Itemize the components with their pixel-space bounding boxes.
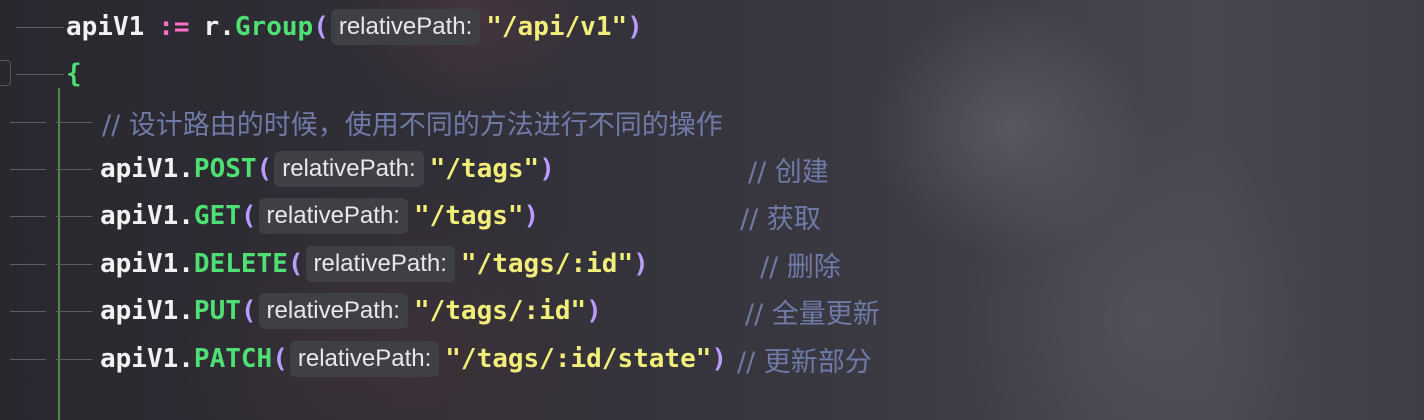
indent-marker <box>10 215 46 217</box>
receiver-token: apiV1. <box>100 296 194 326</box>
comment-token: // 更新部分 <box>737 346 872 378</box>
comment-token: // 删除 <box>760 251 841 283</box>
close-paren-token: ) <box>711 344 728 374</box>
code-line-route[interactable]: apiV1. PUT ( relativePath: "/tags/:id" )… <box>0 289 880 333</box>
string-token: "/api/v1" <box>486 12 628 42</box>
method-token: PATCH <box>193 344 273 374</box>
function-token: Group <box>234 12 314 42</box>
string-token: "/tags" <box>413 201 524 231</box>
receiver-token: r. <box>203 12 235 42</box>
route-statement: apiV1. PUT ( relativePath: "/tags/:id" ) <box>100 293 602 329</box>
open-paren-token: ( <box>240 296 257 326</box>
indent-marker <box>56 168 92 170</box>
method-token: POST <box>193 154 257 184</box>
method-token: PUT <box>193 296 241 326</box>
open-paren-token: ( <box>256 154 273 184</box>
route-statement: apiV1. GET ( relativePath: "/tags" ) <box>100 198 539 234</box>
open-paren-token: ( <box>240 201 257 231</box>
method-token: DELETE <box>193 249 288 279</box>
indent-marker <box>56 310 92 312</box>
route-statement: apiV1. PATCH ( relativePath: "/tags/:id/… <box>100 340 872 379</box>
string-token: "/tags/:id" <box>460 249 634 279</box>
indent-marker <box>56 358 92 360</box>
code-line-route[interactable]: apiV1. GET ( relativePath: "/tags" ) // … <box>0 194 821 238</box>
code-line-route[interactable]: apiV1. DELETE ( relativePath: "/tags/:id… <box>0 242 841 286</box>
indent-marker <box>10 168 46 170</box>
string-token: "/tags/:id/state" <box>445 344 712 374</box>
param-name-hint: relativePath: <box>274 151 424 187</box>
code-editor[interactable]: apiV1 := r. Group ( relativePath: "/api/… <box>0 0 1424 420</box>
close-paren-token: ) <box>539 154 555 184</box>
indent-marker <box>10 310 46 312</box>
indent-marker <box>56 215 92 217</box>
code-line-comment[interactable]: // 设计路由的时候，使用不同的方法进行不同的操作 <box>0 100 723 144</box>
route-statement: apiV1. DELETE ( relativePath: "/tags/:id… <box>100 246 649 282</box>
close-paren-token: ) <box>633 249 649 279</box>
comment-token: // 创建 <box>748 156 829 188</box>
open-paren-token: ( <box>272 344 288 374</box>
method-token: GET <box>193 201 241 231</box>
receiver-token: apiV1. <box>100 154 194 184</box>
param-name-hint: relativePath: <box>258 198 408 234</box>
receiver-token: apiV1. <box>100 201 194 231</box>
comment-token: // 设计路由的时候，使用不同的方法进行不同的操作 <box>102 109 723 141</box>
code-line-route[interactable]: apiV1. PATCH ( relativePath: "/tags/:id/… <box>0 337 872 381</box>
indent-marker <box>16 26 64 28</box>
receiver-token: apiV1. <box>100 249 194 279</box>
receiver-token: apiV1. <box>100 344 194 374</box>
param-name-hint: relativePath: <box>330 9 481 45</box>
indent-marker <box>56 121 92 123</box>
param-name-hint: relativePath: <box>258 293 408 329</box>
close-paren-token: ) <box>523 201 540 231</box>
code-line-open-brace[interactable]: { <box>0 52 82 96</box>
assign-operator-token: := <box>158 12 190 42</box>
indent-marker <box>16 73 64 75</box>
open-brace-token: { <box>66 59 82 89</box>
param-name-hint: relativePath: <box>305 246 455 282</box>
open-paren-token: ( <box>287 249 304 279</box>
string-token: "/tags/:id" <box>413 296 587 326</box>
string-token: "/tags" <box>429 154 540 184</box>
code-group-statement: apiV1 := r. Group ( relativePath: "/api/… <box>66 9 643 45</box>
route-statement: apiV1. POST ( relativePath: "/tags" ) <box>100 151 555 187</box>
indent-marker <box>10 358 46 360</box>
close-paren-token: ) <box>586 296 602 326</box>
code-line-route[interactable]: apiV1. POST ( relativePath: "/tags" ) //… <box>0 147 829 191</box>
close-paren-token: ) <box>627 12 643 42</box>
variable-token: apiV1 <box>66 12 145 42</box>
indent-marker <box>56 263 92 265</box>
comment-token: // 获取 <box>740 203 821 235</box>
indent-marker <box>10 121 46 123</box>
indent-marker <box>10 263 46 265</box>
open-paren-token: ( <box>313 12 329 42</box>
code-line-group[interactable]: apiV1 := r. Group ( relativePath: "/api/… <box>0 5 643 49</box>
comment-token: // 全量更新 <box>745 298 880 330</box>
param-name-hint: relativePath: <box>289 341 440 377</box>
